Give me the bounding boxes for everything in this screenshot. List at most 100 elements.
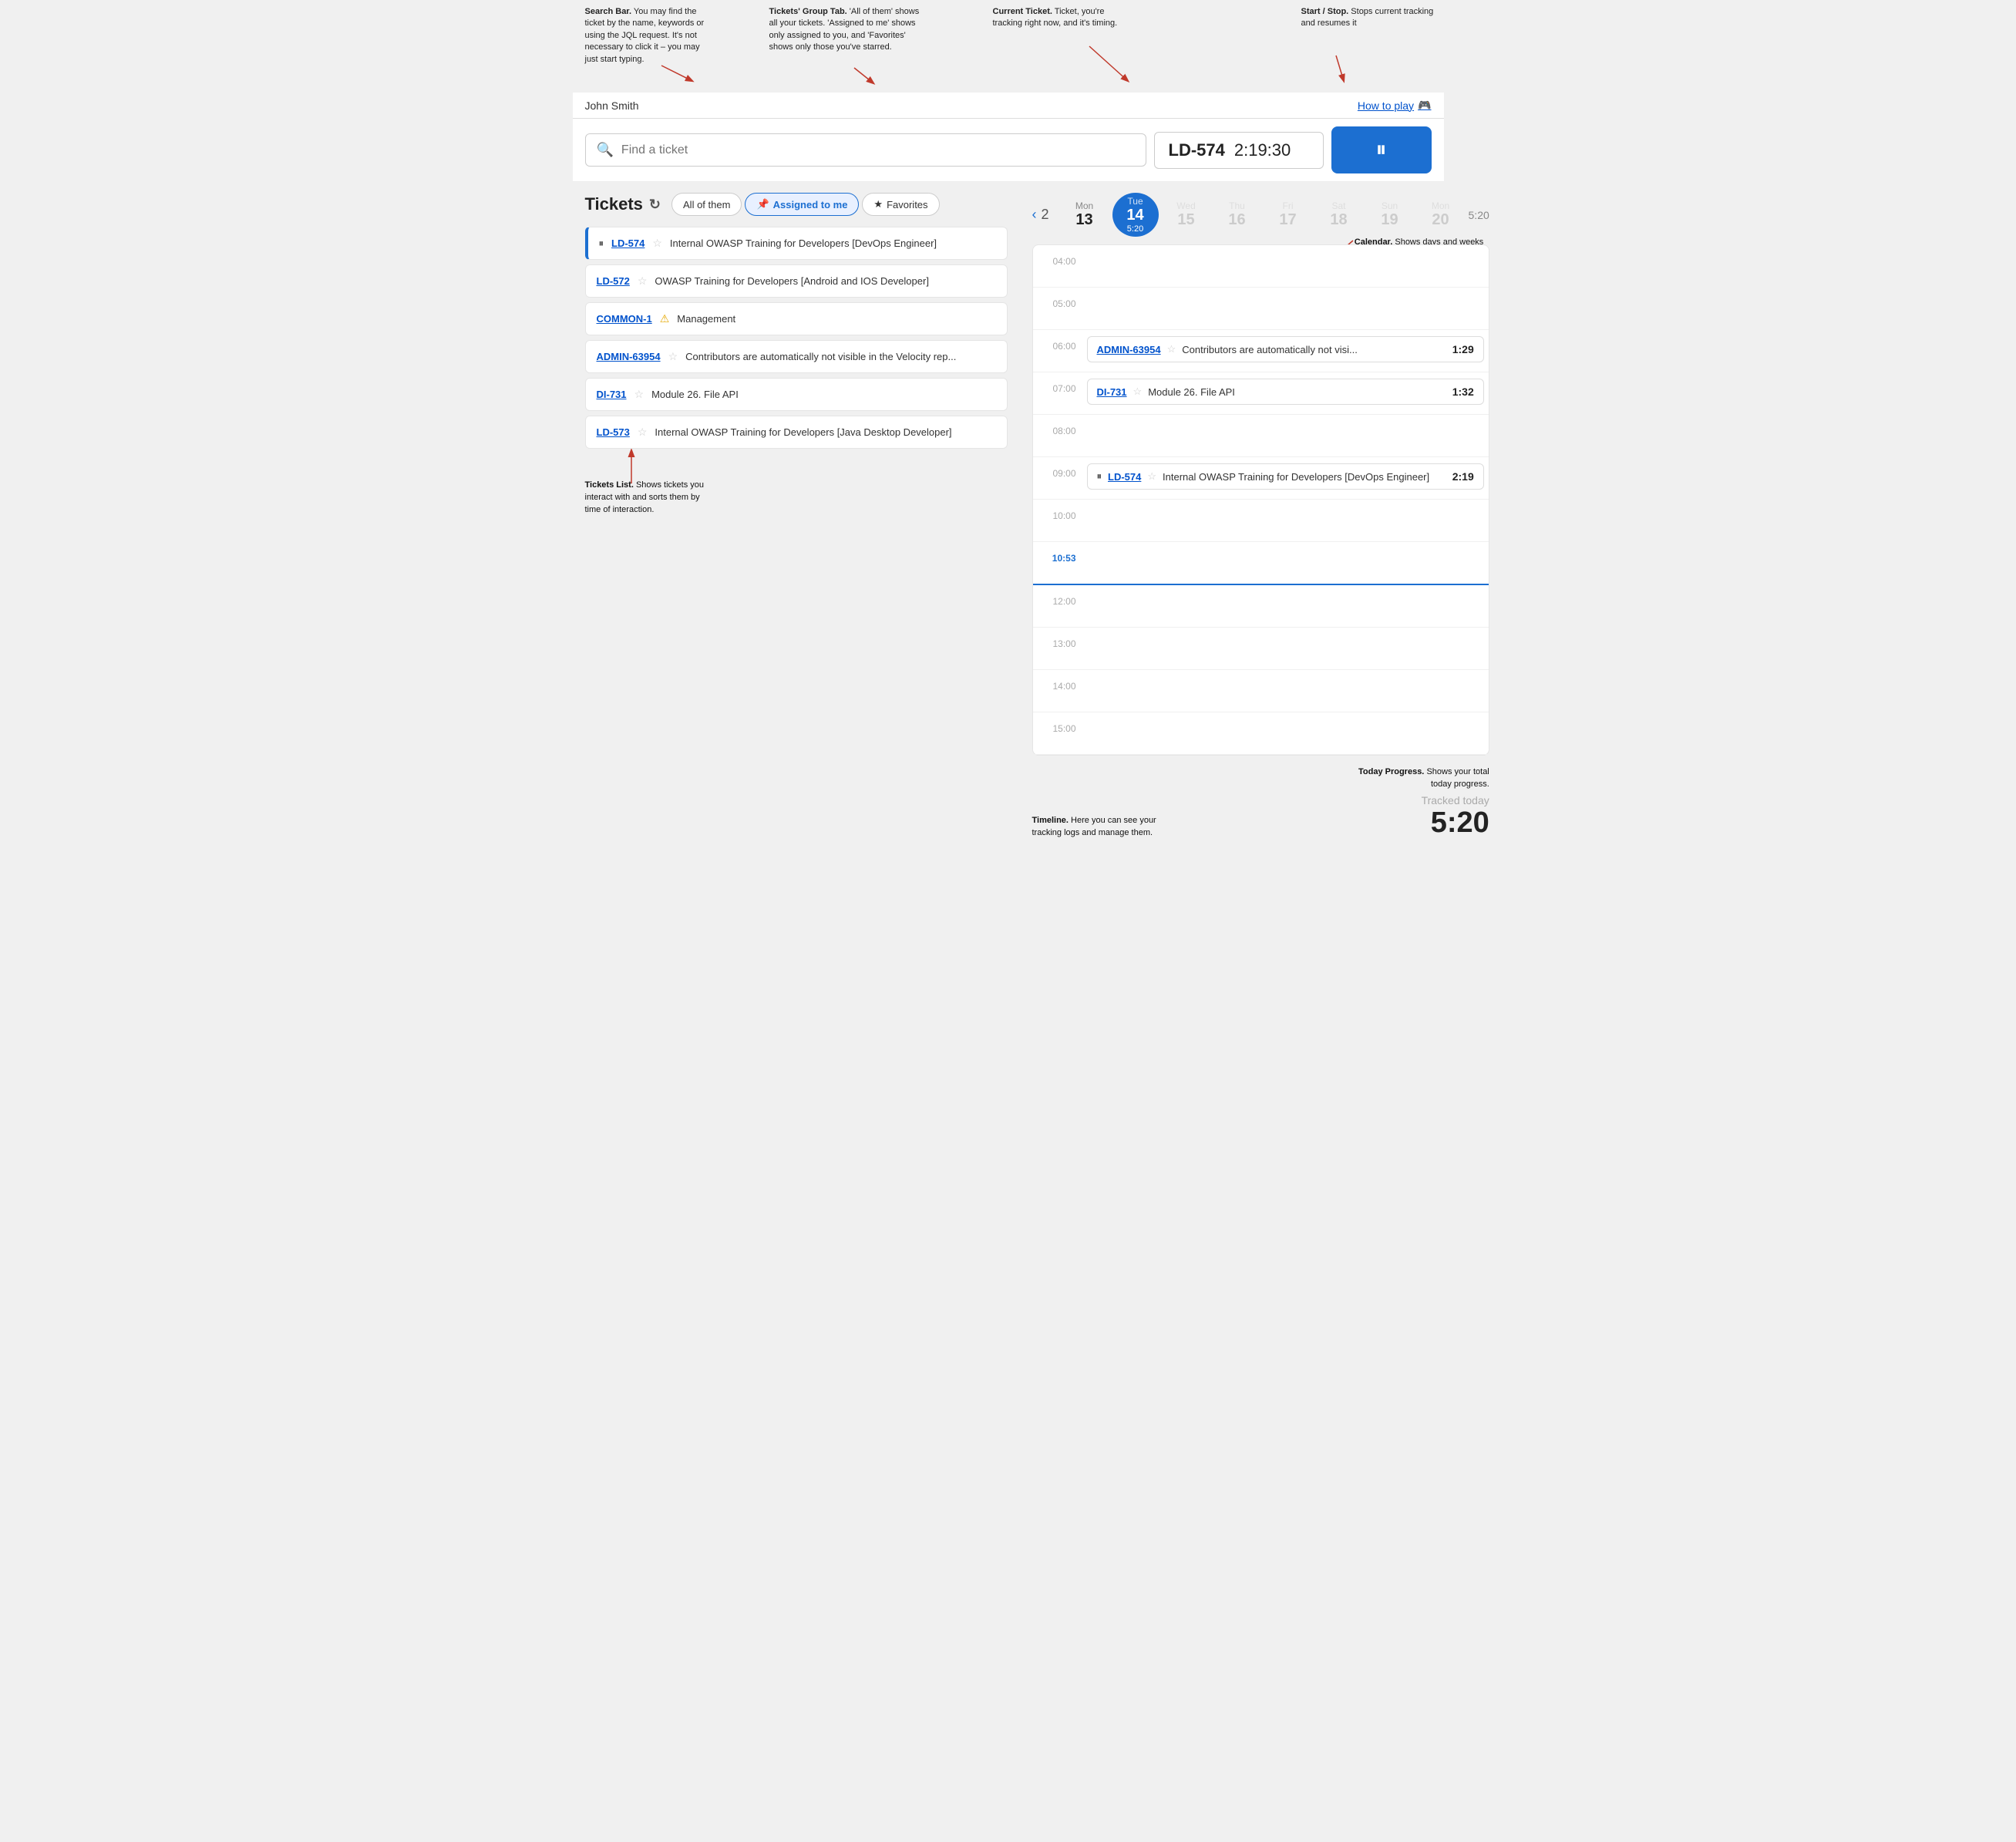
- pause-icon-small: ⏸: [599, 237, 604, 250]
- cal-day-name: Sat: [1332, 200, 1346, 211]
- annotation-title: Tickets List.: [585, 480, 634, 490]
- timeline-row: 12:00: [1033, 585, 1489, 628]
- tickets-header: Tickets ↻ All of them 📌 Assigned to me ★…: [585, 193, 1008, 216]
- annotation-title: Timeline.: [1032, 816, 1069, 825]
- calendar-day-1[interactable]: Tue 14 5:20: [1112, 193, 1159, 237]
- warning-icon: ⚠: [660, 312, 670, 325]
- right-panel: ‹ 2 Mon 13 Tue 14 5:20 Wed 15: [1020, 182, 1502, 850]
- ticket-list: ⏸ LD-574 ☆ Internal OWASP Training for D…: [585, 227, 1008, 449]
- annotation-today-progress: Today Progress. Shows your total today p…: [1355, 766, 1489, 791]
- timeline-row: 07:00 DI-731 ☆ Module 26. File API 1:32: [1033, 372, 1489, 415]
- tl-description: Contributors are automatically not visi.…: [1182, 344, 1446, 355]
- timeline-slot: [1082, 628, 1489, 669]
- timeline-row: 09:00 ⏸ LD-574 ☆ Internal OWASP Training…: [1033, 457, 1489, 500]
- timeline-row: 13:00: [1033, 628, 1489, 670]
- search-bar[interactable]: 🔍: [585, 133, 1146, 167]
- timeline-container: 04:00 05:00 06:00 ADMIN-63954 ☆ Contri: [1032, 244, 1489, 756]
- ticket-id-link[interactable]: LD-573: [597, 426, 630, 438]
- ticket-item[interactable]: DI-731 ☆ Module 26. File API: [585, 378, 1008, 411]
- tl-ticket-id[interactable]: DI-731: [1097, 386, 1127, 398]
- calendar-day-7: Mon 20: [1418, 197, 1464, 232]
- tab-all[interactable]: All of them: [671, 193, 742, 216]
- calendar-header: ‹ 2 Mon 13 Tue 14 5:20 Wed 15: [1032, 193, 1489, 237]
- time-label: 14:00: [1033, 670, 1082, 702]
- timeline-entry[interactable]: ⏸ LD-574 ☆ Internal OWASP Training for D…: [1087, 463, 1484, 490]
- cal-day-num: 19: [1381, 211, 1398, 229]
- tl-time: 1:29: [1452, 343, 1474, 355]
- annotation-search-bar: Search Bar. You may find the ticket by t…: [585, 6, 705, 66]
- cal-day-name: Wed: [1176, 200, 1195, 211]
- current-ticket-timer: 2:19:30: [1234, 140, 1291, 160]
- ticket-description: Management: [677, 313, 995, 325]
- timeline-slot: [1082, 245, 1489, 287]
- tl-ticket-id[interactable]: LD-574: [1108, 471, 1141, 483]
- tab-assigned[interactable]: 📌 Assigned to me: [745, 193, 859, 216]
- timeline-row: 10:00: [1033, 500, 1489, 542]
- ticket-id-link[interactable]: LD-574: [611, 237, 645, 249]
- cal-day-num: 13: [1075, 211, 1092, 229]
- time-label: 12:00: [1033, 585, 1082, 618]
- tab-assigned-label: Assigned to me: [773, 199, 848, 210]
- annotation-start-stop: Start / Stop. Stops current tracking and…: [1301, 6, 1436, 30]
- tl-star-icon: ☆: [1147, 470, 1156, 483]
- timeline-entry[interactable]: ADMIN-63954 ☆ Contributors are automatic…: [1087, 336, 1484, 362]
- time-label: 08:00: [1033, 415, 1082, 447]
- time-label: 05:00: [1033, 288, 1082, 320]
- ticket-item[interactable]: ADMIN-63954 ☆ Contributors are automatic…: [585, 340, 1008, 373]
- current-time-label: 10:53: [1033, 542, 1082, 574]
- ticket-id-link[interactable]: LD-572: [597, 275, 630, 287]
- timeline-row: 04:00: [1033, 245, 1489, 288]
- refresh-icon[interactable]: ↻: [649, 197, 661, 213]
- tl-pause-icon: ⏸: [1097, 470, 1102, 483]
- tab-all-label: All of them: [683, 199, 730, 210]
- ticket-item[interactable]: LD-573 ☆ Internal OWASP Training for Dev…: [585, 416, 1008, 449]
- tl-time: 1:32: [1452, 386, 1474, 398]
- ticket-id-link[interactable]: ADMIN-63954: [597, 351, 661, 362]
- tab-favorites[interactable]: ★ Favorites: [862, 193, 939, 216]
- tl-ticket-id[interactable]: ADMIN-63954: [1097, 344, 1161, 355]
- timeline-entry[interactable]: DI-731 ☆ Module 26. File API 1:32: [1087, 379, 1484, 405]
- timeline-slot: ADMIN-63954 ☆ Contributors are automatic…: [1082, 330, 1489, 372]
- search-input[interactable]: [621, 143, 1135, 157]
- cal-day-name: Fri: [1283, 200, 1294, 211]
- ticket-id-link[interactable]: DI-731: [597, 389, 627, 400]
- calendar-day-5: Sat 18: [1316, 197, 1362, 232]
- calendar-prev-button[interactable]: ‹: [1032, 207, 1037, 223]
- ticket-description: Internal OWASP Training for Developers […: [655, 426, 995, 438]
- timeline-slot: [1082, 415, 1489, 456]
- tl-star-icon: ☆: [1133, 386, 1143, 398]
- ticket-item[interactable]: COMMON-1 ⚠ Management: [585, 302, 1008, 335]
- timeline-slot: [1082, 670, 1489, 712]
- time-label: 15:00: [1033, 712, 1082, 745]
- annotation-title: Today Progress.: [1358, 767, 1424, 776]
- stop-start-button[interactable]: ⏸: [1331, 126, 1432, 173]
- timeline-row: 05:00: [1033, 288, 1489, 330]
- tracked-today-label: Tracked today: [1422, 794, 1489, 807]
- ticket-description: Contributors are automatically not visib…: [685, 351, 995, 362]
- timeline-slot: ⏸ LD-574 ☆ Internal OWASP Training for D…: [1082, 457, 1489, 499]
- time-label: 13:00: [1033, 628, 1082, 660]
- timeline-slot: [1082, 288, 1489, 329]
- timeline-row: 15:00: [1033, 712, 1489, 755]
- cal-day-num: 16: [1228, 211, 1245, 229]
- tab-assigned-icon: 📌: [756, 198, 769, 210]
- tl-time: 2:19: [1452, 470, 1474, 483]
- ticket-star-icon: ☆: [652, 237, 662, 250]
- search-timer-row: 🔍 LD-574 2:19:30 ⏸: [573, 119, 1444, 182]
- ticket-description: Module 26. File API: [651, 389, 995, 400]
- timeline-row: 14:00: [1033, 670, 1489, 712]
- timeline-slot: [1082, 585, 1489, 627]
- how-to-play-link[interactable]: How to play 🎮: [1358, 99, 1432, 112]
- annotation-tickets-list: Tickets List. Shows tickets you interact…: [585, 480, 708, 517]
- ticket-id-link[interactable]: COMMON-1: [597, 313, 652, 325]
- tracked-today: Tracked today 5:20: [1422, 794, 1489, 840]
- tl-star-icon: ☆: [1167, 343, 1176, 355]
- ticket-star-icon: ☆: [638, 274, 648, 288]
- tracked-today-value: 5:20: [1422, 807, 1489, 840]
- ticket-star-icon: ☆: [638, 426, 648, 439]
- calendar-day-0[interactable]: Mon 13: [1062, 197, 1108, 232]
- ticket-star-icon: ☆: [634, 388, 645, 401]
- ticket-item[interactable]: ⏸ LD-574 ☆ Internal OWASP Training for D…: [585, 227, 1008, 260]
- calendar-day-6: Sun 19: [1367, 197, 1413, 232]
- ticket-item[interactable]: LD-572 ☆ OWASP Training for Developers […: [585, 264, 1008, 298]
